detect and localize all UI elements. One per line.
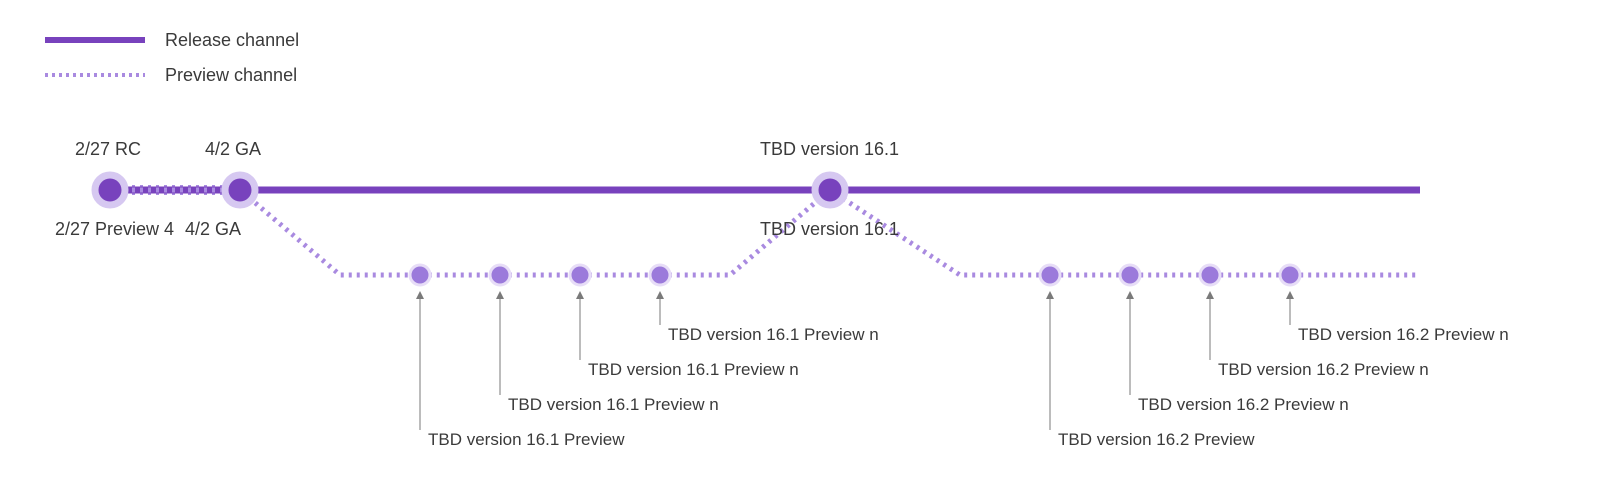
milestone-top-label: 2/27 RC xyxy=(75,139,141,159)
callout-arrowhead xyxy=(496,291,504,299)
milestone-dot xyxy=(95,175,125,205)
milestone-top-label: 4/2 GA xyxy=(205,139,261,159)
preview-dot-label: TBD version 16.2 Preview n xyxy=(1138,395,1349,414)
preview-dot-label: TBD version 16.1 Preview n xyxy=(668,325,879,344)
callout-arrowhead xyxy=(416,291,424,299)
legend-release-label: Release channel xyxy=(165,30,299,50)
preview-dot xyxy=(1200,265,1220,285)
milestone-top-label: TBD version 16.1 xyxy=(760,139,899,159)
preview-dot xyxy=(650,265,670,285)
callout-arrowhead xyxy=(1206,291,1214,299)
preview-dot xyxy=(570,265,590,285)
milestone-bottom-label: TBD version 16.1 xyxy=(760,219,899,239)
preview-dots: TBD version 16.1 Preview TBD version 16.1… xyxy=(410,265,1509,449)
callout-arrowhead xyxy=(1046,291,1054,299)
preview-dot xyxy=(1040,265,1060,285)
preview-dot-label: TBD version 16.1 Preview xyxy=(428,430,625,449)
callout-arrowhead xyxy=(1126,291,1134,299)
preview-dot-label: TBD version 16.2 Preview n xyxy=(1298,325,1509,344)
milestone-dot xyxy=(815,175,845,205)
milestone-bottom-label: 2/27 Preview 4 xyxy=(55,219,174,239)
preview-dot-label: TBD version 16.2 Preview n xyxy=(1218,360,1429,379)
milestone-dot xyxy=(225,175,255,205)
release-preview-timeline-diagram: Release channel Preview channel 2/27 RC 2… xyxy=(0,0,1600,500)
preview-dot-label: TBD version 16.1 Preview n xyxy=(588,360,799,379)
preview-dot xyxy=(410,265,430,285)
callout-arrowhead xyxy=(656,291,664,299)
milestone-bottom-label: 4/2 GA xyxy=(185,219,241,239)
preview-dot-label: TBD version 16.2 Preview xyxy=(1058,430,1255,449)
preview-dot xyxy=(490,265,510,285)
preview-dot-label: TBD version 16.1 Preview n xyxy=(508,395,719,414)
callout-arrowhead xyxy=(576,291,584,299)
preview-dot xyxy=(1280,265,1300,285)
callout-arrowhead xyxy=(1286,291,1294,299)
legend: Release channel Preview channel xyxy=(45,30,299,85)
legend-preview-label: Preview channel xyxy=(165,65,297,85)
preview-dot xyxy=(1120,265,1140,285)
